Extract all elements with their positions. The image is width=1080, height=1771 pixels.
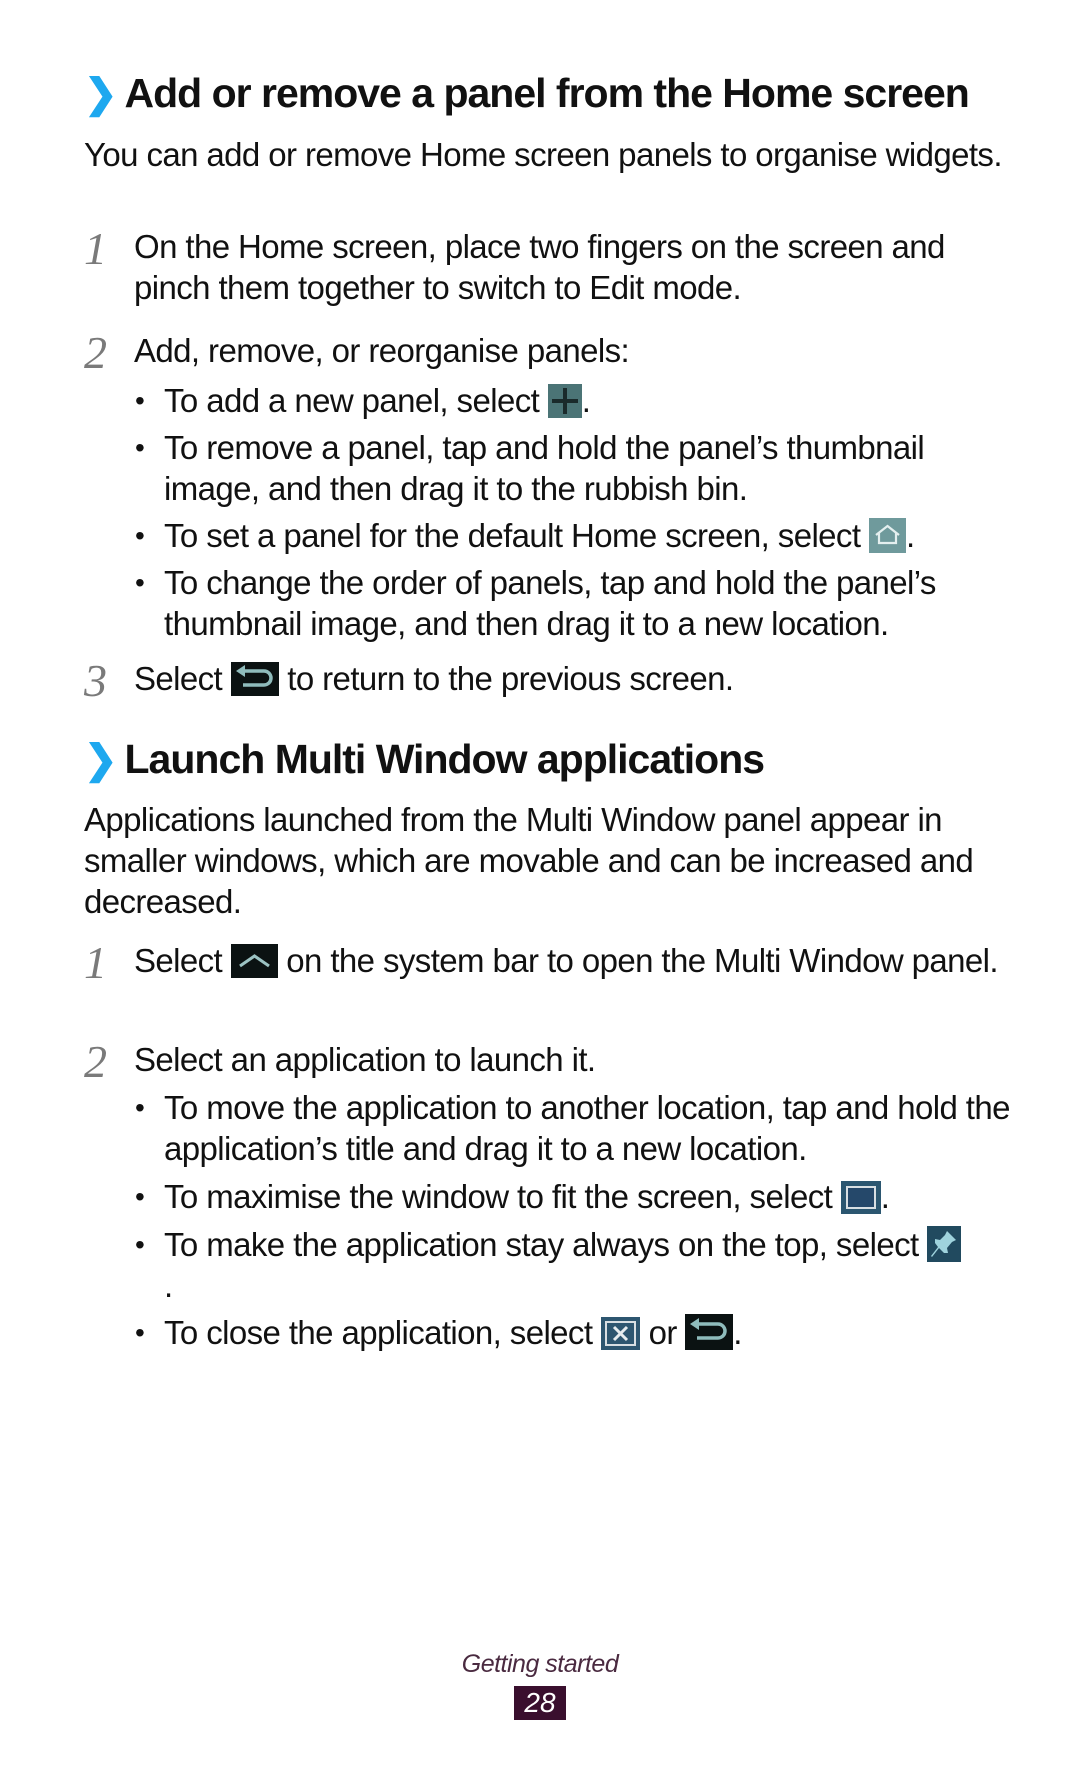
punctuation: . (905, 517, 915, 554)
step-text: Select (134, 660, 223, 697)
bullet-dot: • (135, 567, 145, 598)
step-text: Select (134, 942, 223, 979)
bullet-text: To set a panel for the default Home scre… (164, 517, 861, 554)
chevron-right-icon: ❯ (84, 738, 118, 782)
step-text: on the system bar to open the Multi Wind… (286, 942, 998, 979)
bullet-dot: • (135, 1317, 145, 1348)
section-intro: You can add or remove Home screen panels… (84, 136, 1003, 173)
bullet-text: To remove a panel, tap and hold the pane… (164, 429, 925, 507)
bullet-text: To make the application stay always on t… (164, 1226, 919, 1263)
bullet-dot: • (135, 1092, 145, 1123)
home-icon (868, 518, 906, 553)
step-number: 1 (84, 223, 107, 274)
close-window-icon (600, 1317, 640, 1350)
chevron-right-icon: ❯ (84, 72, 118, 116)
bullet-text: To move the application to another locat… (164, 1089, 1010, 1167)
bullet-dot: • (135, 520, 145, 551)
multi-window-icon (230, 944, 278, 978)
step-text: Select an application to launch it. (134, 1041, 596, 1078)
step-text: to return to the previous screen. (287, 660, 734, 697)
bullet-text: To maximise the window to fit the screen… (164, 1178, 833, 1215)
section-heading-multi-window: ❯ Launch Multi Window applications (84, 736, 766, 783)
page-number-badge: 28 (514, 1686, 566, 1720)
manual-page: ❯ Add or remove a panel from the Home scr… (0, 0, 1080, 1771)
punctuation: . (880, 1178, 890, 1215)
section-heading-add-remove-panel: ❯ Add or remove a panel from the Home scr… (84, 70, 970, 117)
bullet-text: or (648, 1314, 678, 1351)
maximise-icon (840, 1181, 881, 1214)
footer-section-label: Getting started (461, 1650, 619, 1678)
section-intro: Applications launched from the Multi Win… (84, 801, 974, 920)
pin-icon (927, 1226, 962, 1262)
punctuation: . (164, 1267, 173, 1304)
back-icon (230, 662, 279, 696)
bullet-text: To close the application, select (164, 1314, 593, 1351)
step-number: 2 (84, 1036, 107, 1087)
bullet-dot: • (135, 385, 145, 416)
heading-text: Launch Multi Window applications (124, 736, 766, 782)
bullet-text: To change the order of panels, tap and h… (164, 564, 936, 642)
punctuation: . (733, 1314, 742, 1351)
bullet-dot: • (135, 432, 145, 463)
bullet-dot: • (135, 1229, 145, 1260)
punctuation: . (581, 382, 591, 419)
step-number: 2 (84, 327, 107, 378)
step-number: 3 (84, 655, 107, 706)
bullet-text: To add a new panel, select (164, 382, 540, 419)
step-number: 1 (84, 937, 107, 988)
step-text: On the Home screen, place two fingers on… (134, 228, 945, 306)
back-icon (685, 1314, 734, 1350)
heading-text: Add or remove a panel from the Home scre… (124, 70, 970, 116)
step-text: Add, remove, or reorganise panels: (134, 332, 630, 369)
add-panel-icon (547, 384, 582, 418)
bullet-dot: • (135, 1181, 145, 1212)
